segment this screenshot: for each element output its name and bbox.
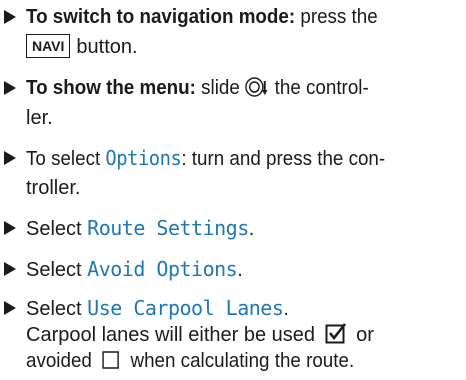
- instruction-page: To switch to navigation mode: press the …: [0, 0, 466, 372]
- menu-item-use-carpool-lanes: Use Carpool Lanes: [87, 296, 284, 320]
- step-text: .: [237, 259, 243, 281]
- step-switch-navigation: To switch to navigation mode: press the …: [0, 2, 466, 62]
- step-text: troller.: [26, 177, 81, 199]
- menu-item-avoid-options: Avoid Options: [87, 257, 238, 281]
- step-text: : turn and press the con-: [181, 148, 386, 170]
- step-show-menu: To show the menu: slide the control- ler…: [0, 73, 466, 133]
- step-select-options: To select Options: turn and press the co…: [0, 143, 466, 203]
- bullet-arrow-icon: [4, 262, 16, 276]
- checkbox-unchecked-icon: [101, 349, 122, 371]
- step-heading: To show the menu:: [26, 77, 196, 99]
- controller-slide-down-icon: [245, 75, 268, 99]
- step-text: .: [248, 218, 255, 240]
- bullet-arrow-icon: [4, 151, 16, 165]
- menu-item-options: Options: [105, 146, 182, 170]
- step-text: To select: [26, 148, 106, 170]
- step-select-route-settings: Select Route Settings.: [0, 213, 466, 243]
- step-text: slide: [195, 77, 246, 99]
- step-text: when calculating the route.: [125, 350, 355, 372]
- step-text: or: [350, 324, 374, 346]
- navi-key: NAVI: [26, 34, 71, 58]
- step-heading: To switch to navigation mode:: [26, 6, 296, 28]
- step-text: Select: [26, 298, 88, 320]
- step-text: the control-: [269, 77, 369, 99]
- step-text: press the: [295, 6, 378, 28]
- step-text: .: [283, 298, 289, 320]
- step-text: Select: [26, 218, 88, 240]
- step-select-carpool-lanes: Select Use Carpool Lanes. Carpool lanes …: [0, 293, 466, 372]
- step-select-avoid-options: Select Avoid Options.: [0, 254, 466, 284]
- step-text: avoided: [26, 350, 98, 372]
- bullet-arrow-icon: [4, 221, 16, 235]
- bullet-arrow-icon: [4, 81, 16, 95]
- checkbox-checked-icon: [325, 323, 347, 345]
- bullet-arrow-icon: [4, 10, 16, 24]
- step-text: Select: [26, 259, 88, 281]
- step-text: Carpool lanes will either be used: [26, 324, 321, 346]
- step-text: button.: [76, 36, 138, 58]
- menu-item-route-settings: Route Settings: [87, 216, 249, 240]
- step-text: ler.: [26, 107, 53, 129]
- bullet-arrow-icon: [4, 301, 16, 315]
